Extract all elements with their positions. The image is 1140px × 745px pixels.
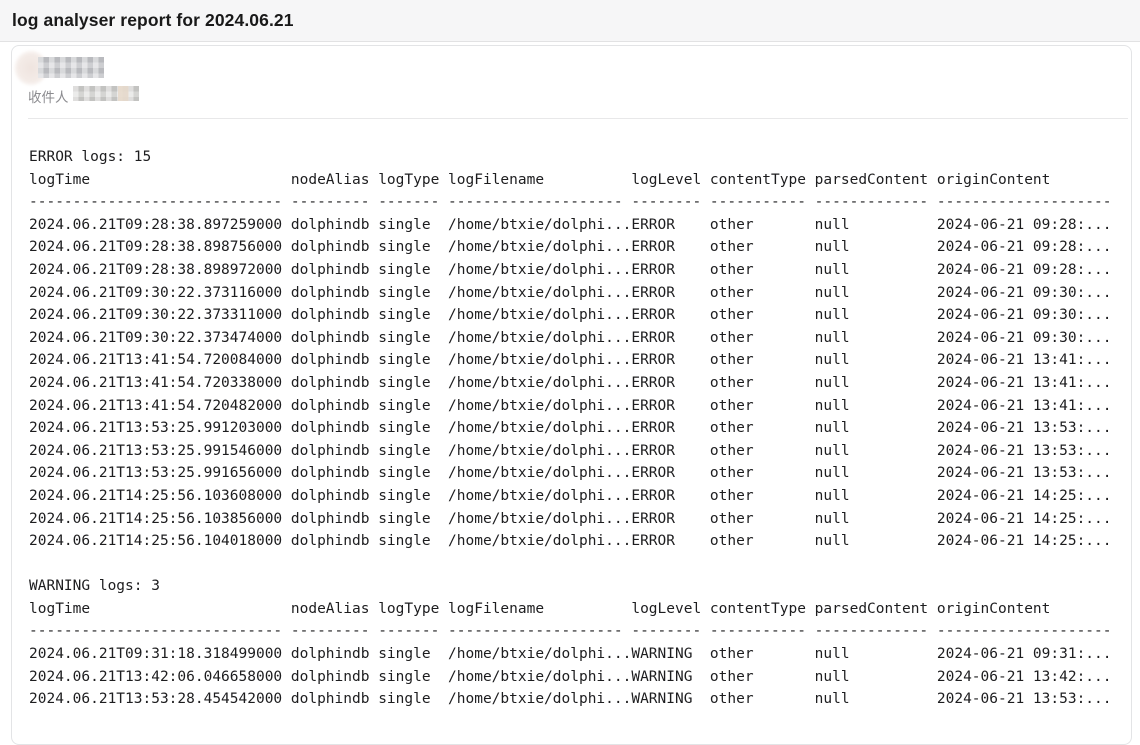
sender-name-redacted <box>38 57 104 78</box>
email-card: 收件人 ERROR logs: 15 logTime nodeAlias log… <box>11 45 1132 745</box>
recipient-redacted <box>73 86 139 101</box>
log-report-text: ERROR logs: 15 logTime nodeAlias logType… <box>29 146 1112 711</box>
recipient-label: 收件人 <box>28 86 69 106</box>
page-title: log analyser report for 2024.06.21 <box>12 10 294 31</box>
report-title-bar: log analyser report for 2024.06.21 <box>0 0 1140 42</box>
email-header-divider <box>28 118 1128 119</box>
